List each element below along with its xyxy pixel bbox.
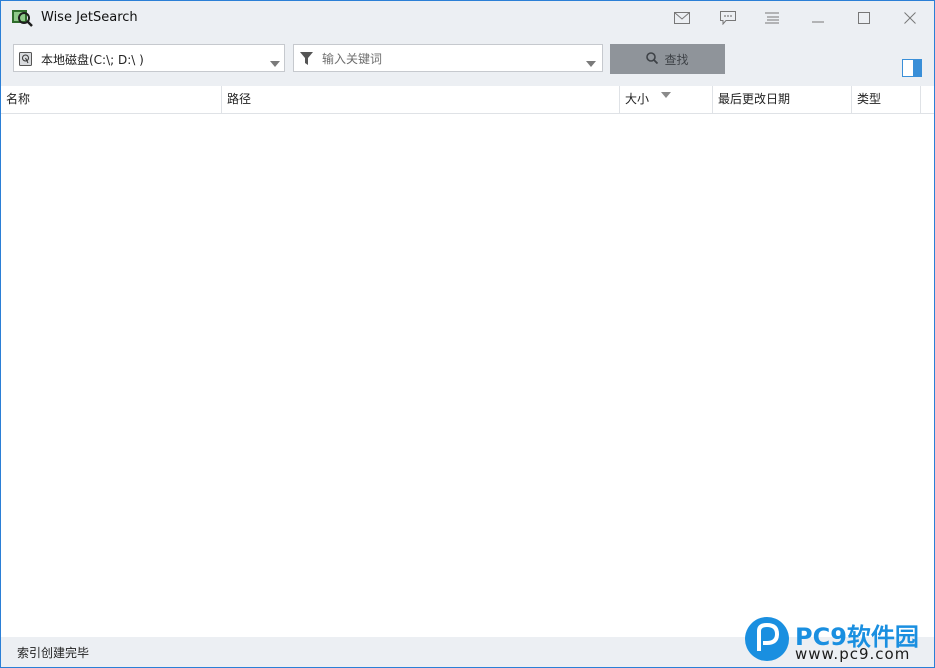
toggle-panel-icon[interactable]: [902, 59, 922, 77]
keyword-field[interactable]: [293, 44, 603, 72]
chevron-down-icon[interactable]: [586, 56, 596, 70]
column-name[interactable]: 名称: [1, 86, 222, 113]
column-modified-date[interactable]: 最后更改日期: [713, 86, 852, 113]
minimize-icon[interactable]: [805, 8, 831, 28]
keyword-input[interactable]: [320, 48, 584, 70]
title-bar: Wise JetSearch: [1, 1, 934, 35]
chevron-down-icon: [270, 56, 280, 70]
filter-icon: [300, 52, 313, 68]
column-type[interactable]: 类型: [852, 86, 921, 113]
close-icon[interactable]: [897, 8, 923, 28]
watermark-logo-icon: [745, 617, 789, 661]
search-toolbar: 本地磁盘(C:\; D:\ ) 查找: [1, 35, 934, 86]
feedback-icon[interactable]: [715, 8, 741, 28]
results-list[interactable]: [1, 114, 934, 636]
search-button-label: 查找: [664, 52, 689, 67]
search-icon: [646, 51, 659, 67]
app-logo-icon: [11, 8, 33, 28]
drive-select-value: 本地磁盘(C:\; D:\ ): [41, 53, 144, 67]
drive-select[interactable]: 本地磁盘(C:\; D:\ ): [13, 44, 285, 72]
window-title: Wise JetSearch: [41, 10, 138, 25]
menu-icon[interactable]: [759, 8, 785, 28]
column-path[interactable]: 路径: [222, 86, 620, 113]
sort-descending-icon: [661, 87, 671, 101]
hard-drive-icon: [19, 52, 32, 69]
watermark: PC9软件园 www.pc9.com: [745, 615, 934, 667]
watermark-url: www.pc9.com: [795, 645, 911, 663]
mail-icon[interactable]: [669, 8, 695, 28]
maximize-icon[interactable]: [851, 8, 877, 28]
status-text: 索引创建完毕: [17, 646, 90, 660]
results-table-header: 名称 路径 大小 最后更改日期 类型: [1, 86, 934, 114]
search-button[interactable]: 查找: [610, 44, 725, 74]
app-window: Wise JetSearch 本地磁盘(C:\; D:\ ) 输入关键词 查找 …: [0, 0, 935, 668]
